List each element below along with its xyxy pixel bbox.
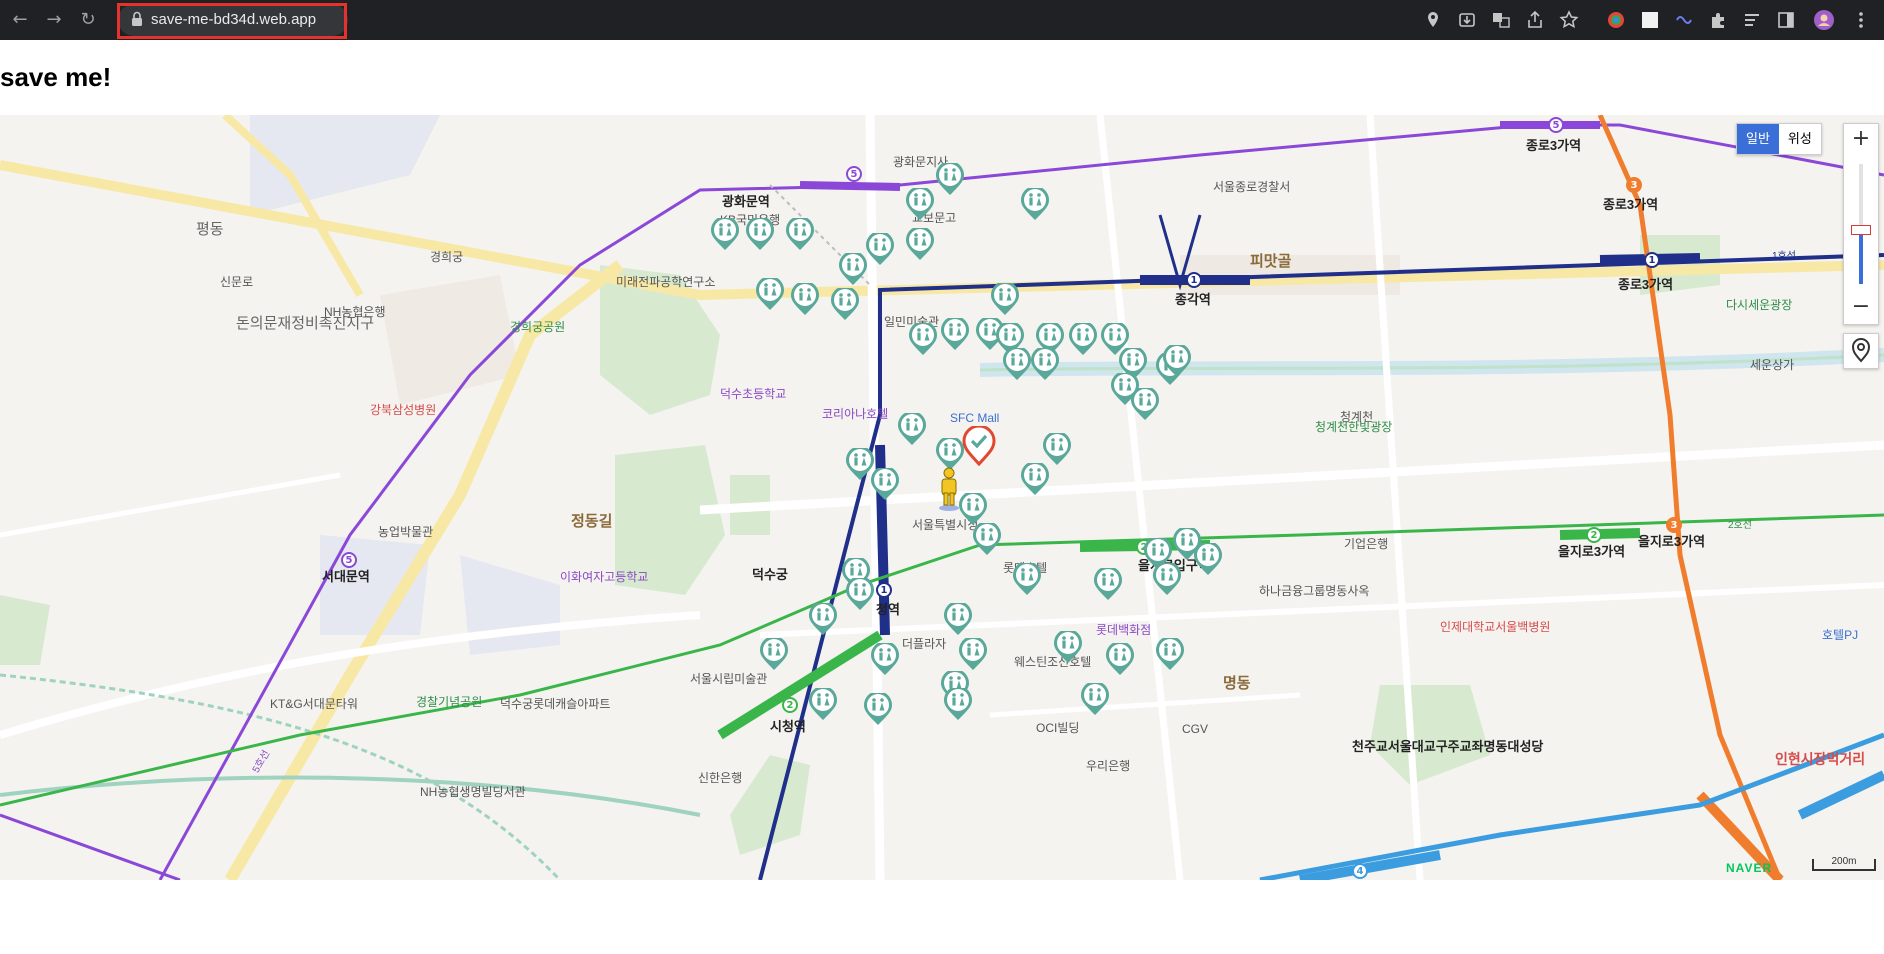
toilet-marker-icon[interactable] — [991, 283, 1019, 317]
toilet-marker-icon[interactable] — [871, 643, 899, 677]
side-panel-icon[interactable] — [1775, 9, 1797, 31]
toilet-marker-icon[interactable] — [1156, 638, 1184, 672]
toilet-marker-icon[interactable] — [1021, 188, 1049, 222]
wave-extension-icon[interactable] — [1673, 9, 1695, 31]
toilet-marker-icon[interactable] — [760, 638, 788, 672]
toilet-marker-icon[interactable] — [944, 688, 972, 722]
toilet-marker-icon[interactable] — [791, 283, 819, 317]
toilet-marker-icon[interactable] — [1003, 348, 1031, 382]
toilet-marker-icon[interactable] — [746, 218, 774, 252]
toilet-marker-icon[interactable] — [898, 413, 926, 447]
toilet-marker-icon[interactable] — [839, 253, 867, 287]
map-type-satellite[interactable]: 위성 — [1779, 124, 1821, 154]
map-view[interactable]: 5 5 5 1 1 1 2 2 2 3 3 4 평동 신문로 돈의문재정비촉진지… — [0, 115, 1884, 880]
pegman-icon[interactable] — [937, 467, 961, 511]
toilet-marker-icon[interactable] — [941, 318, 969, 352]
translate-icon[interactable] — [1490, 9, 1512, 31]
share-icon[interactable] — [1524, 9, 1546, 31]
toilet-marker-icon[interactable] — [871, 468, 899, 502]
toilet-marker-icon[interactable] — [756, 278, 784, 312]
toilet-marker-icon[interactable] — [1081, 683, 1109, 717]
toilet-marker-icon[interactable] — [711, 218, 739, 252]
toilet-marker-icon[interactable] — [864, 693, 892, 727]
toilet-marker-icon[interactable] — [1013, 563, 1041, 597]
install-icon[interactable] — [1456, 9, 1478, 31]
toilet-marker-icon[interactable] — [831, 288, 859, 322]
toilet-marker-icon[interactable] — [959, 493, 987, 527]
back-icon[interactable]: ← — [8, 8, 32, 32]
square-extension-icon[interactable] — [1639, 9, 1661, 31]
map-scale: 200m — [1812, 857, 1876, 871]
toilet-marker-icon[interactable] — [944, 603, 972, 637]
toilet-marker-icon[interactable] — [1153, 563, 1181, 597]
toilet-marker-icon[interactable] — [809, 688, 837, 722]
toilet-marker-icon[interactable] — [1031, 348, 1059, 382]
reload-icon[interactable]: ↻ — [76, 8, 100, 32]
check-marker-icon[interactable] — [962, 426, 996, 466]
zoom-in-button[interactable]: + — [1844, 124, 1878, 154]
bookmark-star-icon[interactable] — [1558, 9, 1580, 31]
reading-list-icon[interactable] — [1741, 9, 1763, 31]
zoom-handle[interactable] — [1851, 225, 1871, 235]
toilet-marker-icon[interactable] — [1094, 568, 1122, 602]
zoom-control: + − — [1843, 123, 1879, 325]
location-pin-icon — [1851, 338, 1871, 363]
browser-toolbar: ← → ↻ save-me-bd34d.web.app — [0, 0, 1884, 40]
toilet-marker-icon[interactable] — [1021, 463, 1049, 497]
zoom-level-fill — [1859, 230, 1863, 284]
toilet-marker-icon[interactable] — [866, 233, 894, 267]
toilet-marker-icon[interactable] — [1173, 528, 1201, 562]
toilet-marker-icon[interactable] — [906, 228, 934, 262]
toilet-marker-icon[interactable] — [809, 603, 837, 637]
my-location-button[interactable] — [1843, 333, 1879, 369]
menu-icon[interactable] — [1850, 9, 1872, 31]
map-type-normal[interactable]: 일반 — [1737, 124, 1779, 154]
naver-logo: NAVER — [1726, 861, 1773, 875]
toilet-marker-icon[interactable] — [973, 523, 1001, 557]
color-extension-icon[interactable] — [1605, 9, 1627, 31]
toilet-marker-icon[interactable] — [936, 163, 964, 197]
toilet-marker-icon[interactable] — [846, 448, 874, 482]
url-highlight-frame — [117, 3, 347, 39]
toilet-marker-icon[interactable] — [1043, 433, 1071, 467]
puzzle-extensions-icon[interactable] — [1707, 9, 1729, 31]
toilet-marker-icon[interactable] — [1054, 631, 1082, 665]
toilet-marker-icon[interactable] — [1069, 323, 1097, 357]
page-title: save me! — [0, 62, 112, 92]
toilet-marker-icon[interactable] — [786, 218, 814, 252]
zoom-out-button[interactable]: − — [1844, 292, 1878, 322]
map-type-switch: 일반 위성 — [1736, 123, 1822, 155]
forward-icon[interactable]: → — [42, 8, 66, 32]
toilet-marker-icon[interactable] — [909, 323, 937, 357]
toilet-marker-icon[interactable] — [906, 188, 934, 222]
location-icon[interactable] — [1422, 9, 1444, 31]
toilet-marker-icon[interactable] — [846, 578, 874, 612]
toilet-marker-icon[interactable] — [959, 638, 987, 672]
profile-avatar[interactable] — [1813, 9, 1835, 31]
toilet-marker-icon[interactable] — [1131, 388, 1159, 422]
toilet-marker-icon[interactable] — [1106, 643, 1134, 677]
toilet-marker-icon[interactable] — [1163, 345, 1191, 379]
